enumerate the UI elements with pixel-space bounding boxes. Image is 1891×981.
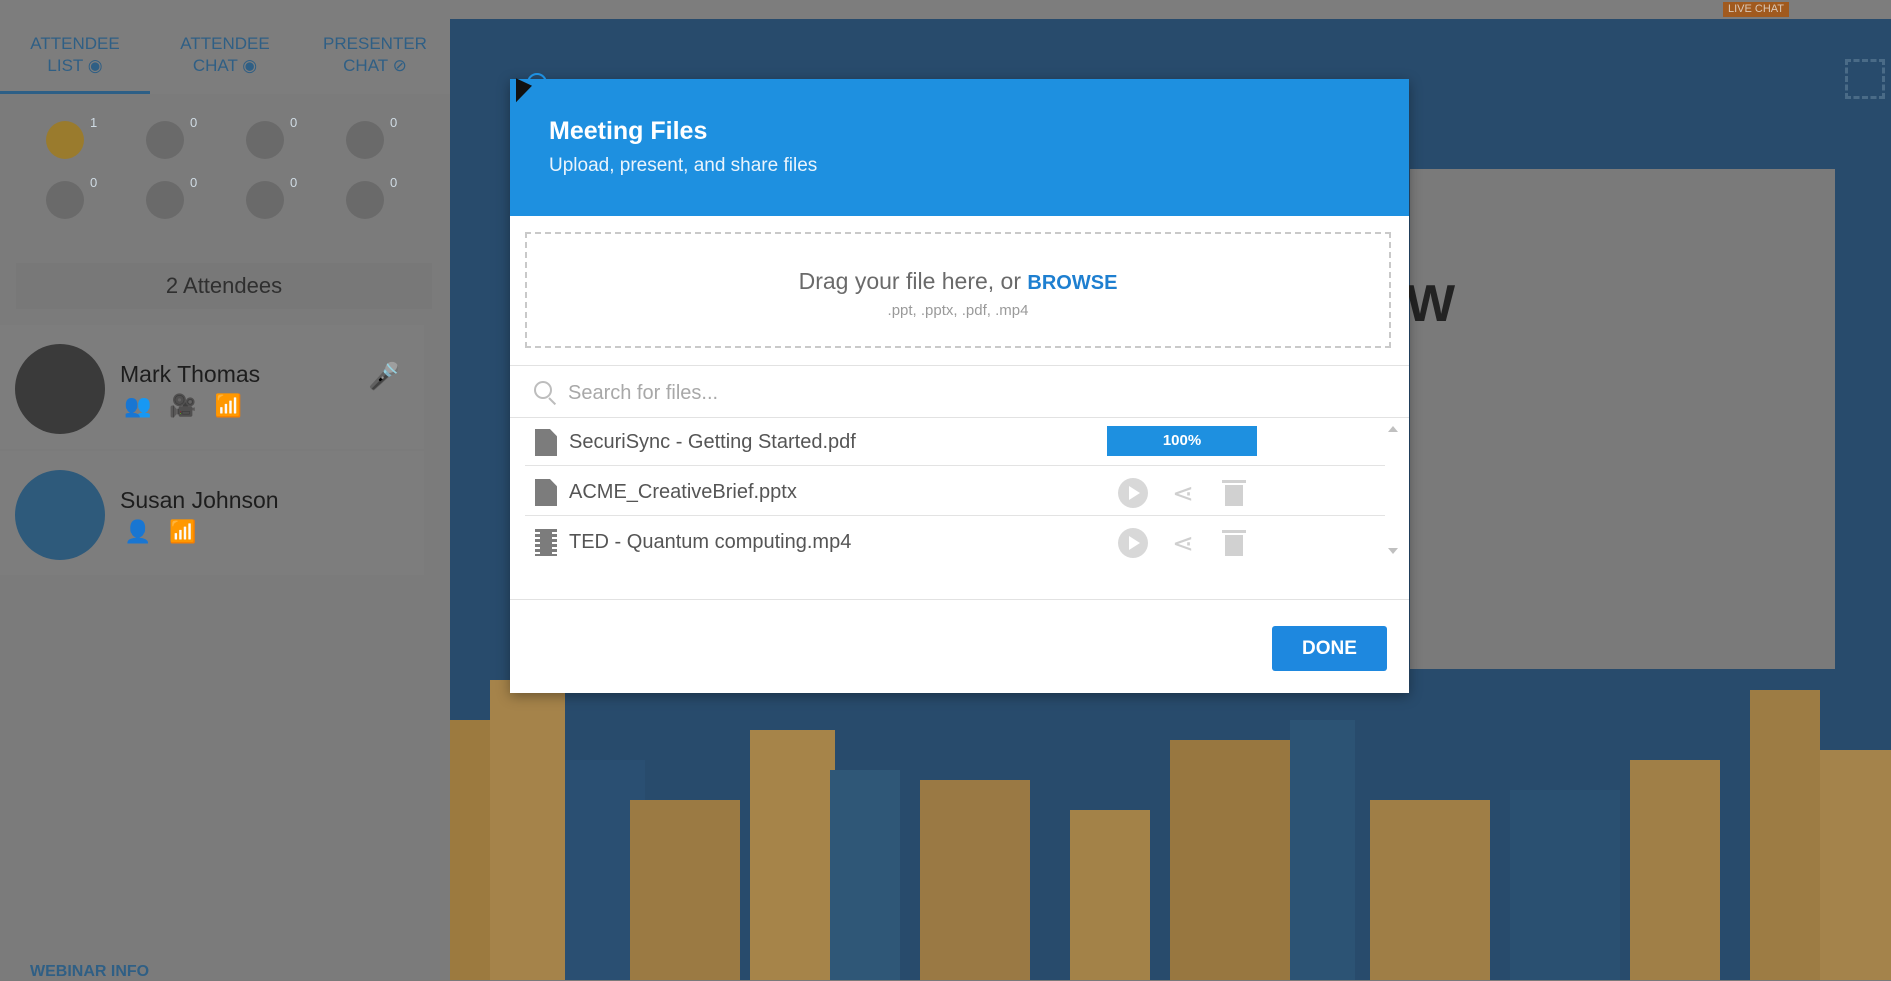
- dialog-subtitle: Upload, present, and share files: [549, 155, 818, 176]
- smile-icon[interactable]: 1: [46, 115, 97, 161]
- reaction-count: 0: [390, 115, 398, 130]
- attendee-name: Mark Thomas: [120, 361, 261, 387]
- meeting-files-dialog: Meeting Files Upload, present, and share…: [510, 79, 1409, 693]
- upload-progress-label: 100%: [1162, 432, 1202, 449]
- browse-link[interactable]: BROWSE: [1027, 272, 1117, 294]
- video-icon: [535, 529, 557, 556]
- reaction-face: [46, 121, 84, 159]
- file-list-scrollbar[interactable]: [1387, 424, 1399, 556]
- reaction-count: 0: [290, 115, 298, 130]
- trash-lid: [1222, 530, 1246, 533]
- file-name: SecuriSync - Getting Started.pdf: [569, 431, 856, 453]
- laughing-icon[interactable]: 0: [146, 175, 197, 221]
- tab-label-line1: PRESENTER: [323, 34, 427, 53]
- camera-off-icon: 🎥: [169, 393, 215, 418]
- trash-icon[interactable]: [1219, 528, 1249, 558]
- present-icon[interactable]: [1118, 528, 1148, 558]
- reaction-count: 0: [290, 175, 298, 190]
- tab-label-line2: CHAT: [192, 56, 238, 75]
- eye-icon: ◉: [242, 56, 258, 75]
- attendee-status-icons: 👥🎥📶: [124, 393, 260, 419]
- slide-text: W: [1406, 275, 1456, 333]
- reaction-count: 0: [90, 175, 98, 190]
- reaction-count: 1: [90, 115, 98, 130]
- attendee-item[interactable]: Susan Johnson 👤📶: [0, 451, 424, 575]
- eye-icon: ◉: [87, 56, 103, 75]
- reaction-face: [346, 181, 384, 219]
- top-bar: LIVE CHAT: [0, 0, 1891, 19]
- heart-eyes-icon[interactable]: 0: [346, 115, 397, 161]
- trash-lid: [1222, 480, 1246, 483]
- drop-instruction: Drag your file here, or: [798, 268, 1022, 294]
- trash-icon[interactable]: [1219, 478, 1249, 508]
- city-illustration: [450, 680, 1891, 980]
- presenter-icon: 👥: [124, 393, 170, 418]
- sidebar-tabs: ATTENDEE LIST ◉ ATTENDEE CHAT ◉ PRESENTE…: [0, 19, 450, 94]
- reaction-face: [246, 121, 284, 159]
- file-row[interactable]: SecuriSync - Getting Started.pdf 100%: [525, 418, 1385, 466]
- tab-attendee-chat[interactable]: ATTENDEE CHAT ◉: [155, 33, 295, 77]
- surprised-icon[interactable]: 0: [246, 175, 297, 221]
- file-name: ACME_CreativeBrief.pptx: [569, 481, 797, 503]
- mic-off-icon[interactable]: 🎤: [368, 361, 400, 392]
- search-icon: [534, 381, 552, 399]
- wifi-icon: 📶: [169, 519, 215, 544]
- active-tab-indicator: [0, 91, 150, 94]
- attendee-item[interactable]: Mark Thomas 👥🎥📶 🎤: [0, 325, 424, 449]
- tab-label-line1: ATTENDEE: [30, 34, 120, 53]
- attendee-count: 2 Attendees: [16, 263, 432, 309]
- file-name: TED - Quantum computing.mp4: [569, 531, 852, 553]
- divider: [510, 599, 1409, 600]
- allowed-file-types: .ppt, .pptx, .pdf, .mp4: [887, 302, 1029, 319]
- tab-presenter-chat[interactable]: PRESENTER CHAT ⊘: [305, 33, 445, 77]
- present-icon[interactable]: [1118, 478, 1148, 508]
- sad-icon[interactable]: 0: [46, 175, 97, 221]
- done-button[interactable]: DONE: [1272, 626, 1387, 671]
- share-icon[interactable]: ⋖: [1168, 528, 1198, 558]
- attendee-status-icons: 👤📶: [124, 519, 215, 545]
- divider: [510, 365, 1409, 366]
- dialog-title: Meeting Files: [549, 117, 708, 145]
- reaction-face: [346, 121, 384, 159]
- file-row[interactable]: ACME_CreativeBrief.pptx ⋖: [525, 468, 1385, 516]
- avatar: [15, 470, 105, 560]
- file-row[interactable]: TED - Quantum computing.mp4 ⋖: [525, 518, 1385, 566]
- trash-can: [1225, 485, 1243, 506]
- upload-progress-bar: 100%: [1107, 426, 1257, 456]
- reaction-count: 0: [190, 175, 198, 190]
- tab-label-line2: CHAT: [343, 56, 388, 75]
- file-dropzone[interactable]: Drag your file here, or BROWSE .ppt, .pp…: [525, 232, 1391, 348]
- sidebar: ATTENDEE LIST ◉ ATTENDEE CHAT ◉ PRESENTE…: [0, 19, 450, 980]
- document-icon: [535, 479, 557, 506]
- reaction-face: [46, 181, 84, 219]
- eye-slash-icon: ⊘: [392, 56, 407, 75]
- thumbs-down-icon[interactable]: 0: [246, 115, 297, 161]
- webinar-info[interactable]: WEBINAR INFO: [30, 963, 149, 981]
- reaction-face: [246, 181, 284, 219]
- share-icon[interactable]: ⋖: [1168, 478, 1198, 508]
- reaction-count: 0: [190, 115, 198, 130]
- reaction-face: [146, 181, 184, 219]
- avatar: [15, 344, 105, 434]
- trash-can: [1225, 535, 1243, 556]
- tab-label-line2: LIST: [47, 56, 83, 75]
- scroll-up-icon[interactable]: [1388, 426, 1398, 432]
- dialog-header: Meeting Files Upload, present, and share…: [510, 79, 1409, 216]
- reaction-count: 0: [390, 175, 398, 190]
- thumbs-up-icon[interactable]: 0: [146, 115, 197, 161]
- tab-attendee-list[interactable]: ATTENDEE LIST ◉: [5, 33, 145, 77]
- fullscreen-icon[interactable]: [1845, 59, 1885, 99]
- clap-icon[interactable]: 0: [346, 175, 397, 221]
- tab-label-line1: ATTENDEE: [180, 34, 270, 53]
- scroll-down-icon[interactable]: [1388, 548, 1398, 554]
- slide-preview: [1410, 169, 1835, 669]
- user-icon: 👤: [124, 519, 170, 544]
- live-chat-badge[interactable]: LIVE CHAT: [1722, 2, 1789, 17]
- reaction-face: [146, 121, 184, 159]
- dropzone-prompt: Drag your file here, or BROWSE: [527, 268, 1389, 295]
- file-search-input[interactable]: [566, 375, 1370, 411]
- attendee-name: Susan Johnson: [120, 487, 279, 513]
- wifi-icon: 📶: [214, 393, 261, 418]
- document-icon: [535, 429, 557, 456]
